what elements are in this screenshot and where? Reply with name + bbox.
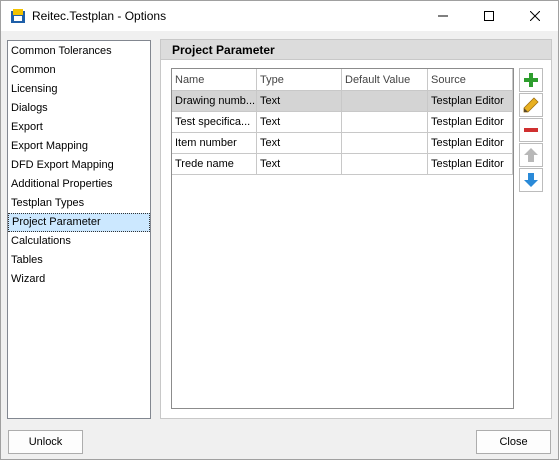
arrow-down-icon xyxy=(524,173,538,187)
cell-default-value[interactable] xyxy=(342,133,428,154)
nav-item-dialogs[interactable]: Dialogs xyxy=(8,99,150,118)
minus-icon xyxy=(524,128,538,132)
nav-item-export[interactable]: Export xyxy=(8,118,150,137)
table-row[interactable]: Drawing numb... Text Testplan Editor xyxy=(172,91,513,112)
nav-item-project-parameter[interactable]: Project Parameter xyxy=(8,213,150,232)
maximize-button[interactable] xyxy=(466,1,512,31)
project-parameter-panel: Project Parameter Name Type Default Valu… xyxy=(160,39,552,419)
cell-source[interactable]: Testplan Editor xyxy=(428,154,513,175)
column-header-source[interactable]: Source xyxy=(428,69,513,91)
window-close-button[interactable] xyxy=(512,1,558,31)
nav-item-common[interactable]: Common xyxy=(8,61,150,80)
window-title: Reitec.Testplan - Options xyxy=(32,9,167,23)
cell-type[interactable]: Text xyxy=(257,154,342,175)
options-window: Reitec.Testplan - Options Common Toleran… xyxy=(0,0,559,460)
close-icon xyxy=(530,11,540,21)
nav-item-testplan-types[interactable]: Testplan Types xyxy=(8,194,150,213)
nav-item-wizard[interactable]: Wizard xyxy=(8,270,150,289)
cell-type[interactable]: Text xyxy=(257,133,342,154)
table-row[interactable]: Test specifica... Text Testplan Editor xyxy=(172,112,513,133)
pencil-icon xyxy=(523,97,539,113)
edit-parameter-button[interactable] xyxy=(519,93,543,117)
arrow-up-icon xyxy=(524,148,538,162)
panel-title: Project Parameter xyxy=(161,40,551,60)
cell-default-value[interactable] xyxy=(342,112,428,133)
nav-item-licensing[interactable]: Licensing xyxy=(8,80,150,99)
nav-item-common-tolerances[interactable]: Common Tolerances xyxy=(8,42,150,61)
nav-item-tables[interactable]: Tables xyxy=(8,251,150,270)
unlock-button[interactable]: Unlock xyxy=(8,430,83,454)
cell-name[interactable]: Item number xyxy=(172,133,257,154)
app-icon xyxy=(11,9,25,23)
nav-item-calculations[interactable]: Calculations xyxy=(8,232,150,251)
move-down-button[interactable] xyxy=(519,168,543,192)
cell-name[interactable]: Drawing numb... xyxy=(172,91,257,112)
cell-default-value[interactable] xyxy=(342,154,428,175)
nav-item-additional-properties[interactable]: Additional Properties xyxy=(8,175,150,194)
cell-type[interactable]: Text xyxy=(257,112,342,133)
plus-icon xyxy=(524,73,538,87)
cell-source[interactable]: Testplan Editor xyxy=(428,91,513,112)
parameter-grid[interactable]: Name Type Default Value Source Drawing n… xyxy=(171,68,514,409)
cell-name[interactable]: Trede name xyxy=(172,154,257,175)
nav-item-export-mapping[interactable]: Export Mapping xyxy=(8,137,150,156)
cell-name[interactable]: Test specifica... xyxy=(172,112,257,133)
cell-source[interactable]: Testplan Editor xyxy=(428,133,513,154)
cell-default-value[interactable] xyxy=(342,91,428,112)
grid-header: Name Type Default Value Source xyxy=(172,69,513,91)
close-button[interactable]: Close xyxy=(476,430,551,454)
cell-source[interactable]: Testplan Editor xyxy=(428,112,513,133)
table-row[interactable]: Item number Text Testplan Editor xyxy=(172,133,513,154)
table-row[interactable]: Trede name Text Testplan Editor xyxy=(172,154,513,175)
add-parameter-button[interactable] xyxy=(519,68,543,92)
maximize-icon xyxy=(484,11,494,21)
remove-parameter-button[interactable] xyxy=(519,118,543,142)
minimize-button[interactable] xyxy=(420,1,466,31)
cell-type[interactable]: Text xyxy=(257,91,342,112)
column-header-default-value[interactable]: Default Value xyxy=(342,69,428,91)
nav-item-dfd-export-mapping[interactable]: DFD Export Mapping xyxy=(8,156,150,175)
column-header-name[interactable]: Name xyxy=(172,69,257,91)
minimize-icon xyxy=(438,15,448,17)
move-up-button[interactable] xyxy=(519,143,543,167)
title-bar: Reitec.Testplan - Options xyxy=(1,1,558,31)
options-category-list[interactable]: Common Tolerances Common Licensing Dialo… xyxy=(7,40,151,419)
column-header-type[interactable]: Type xyxy=(257,69,342,91)
